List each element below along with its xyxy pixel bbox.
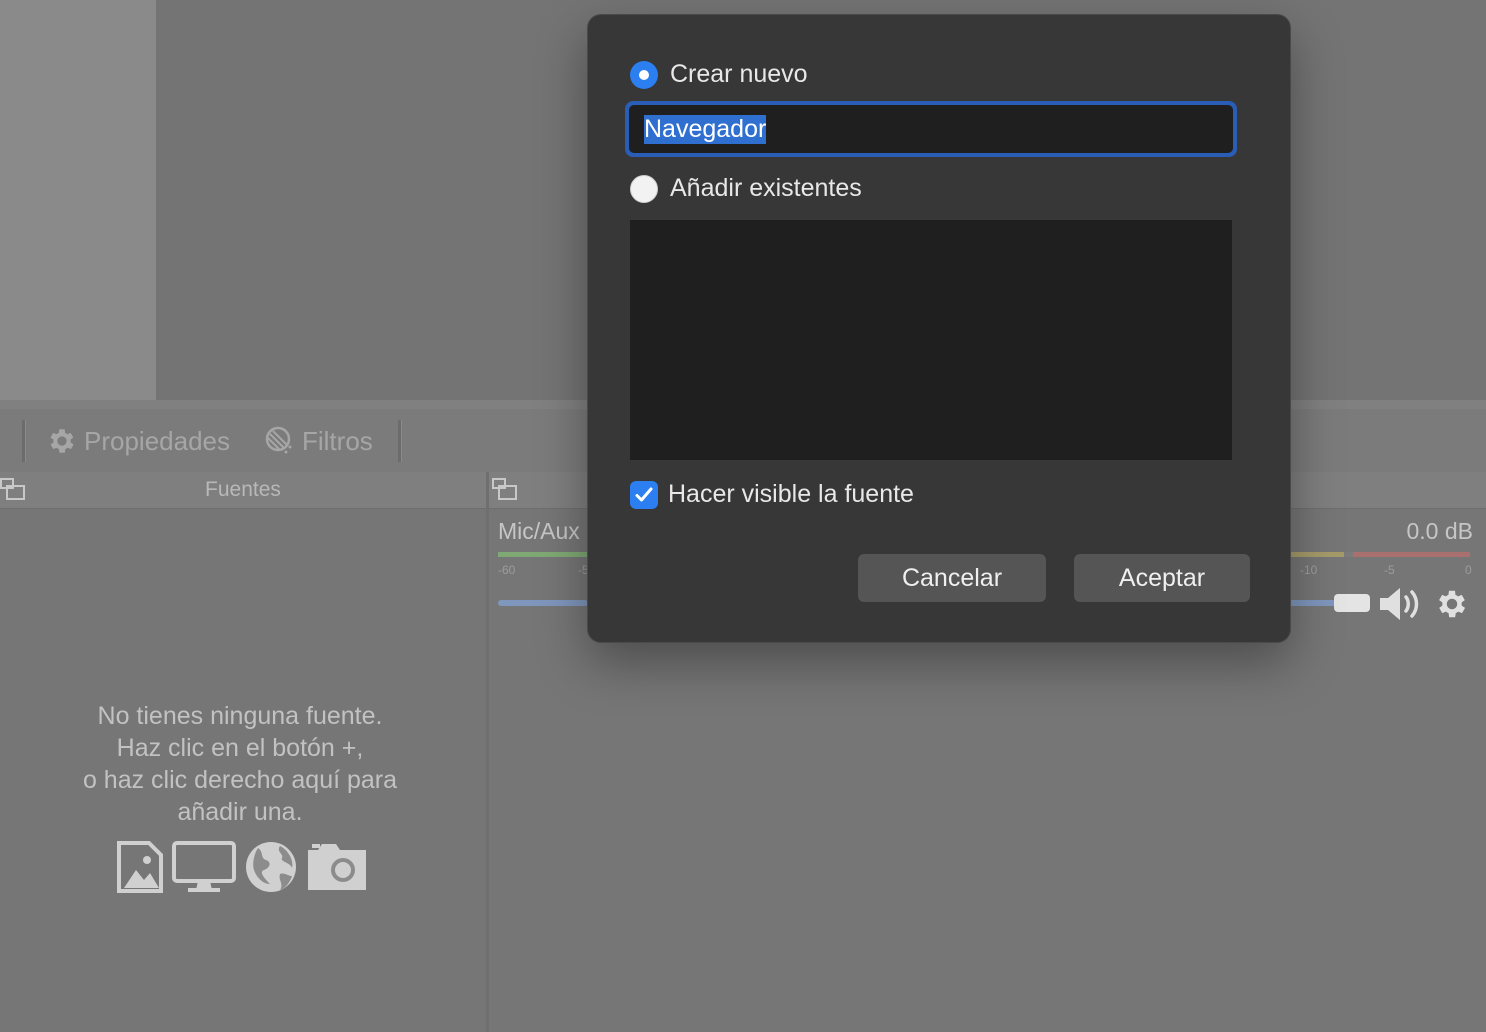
undock-icon[interactable] <box>492 476 518 502</box>
add-existing-label: Añadir existentes <box>670 174 862 202</box>
source-name-input[interactable] <box>629 105 1233 153</box>
create-new-radio[interactable] <box>630 60 658 89</box>
empty-line: Haz clic en el botón +, <box>116 734 364 762</box>
add-existing-radio[interactable] <box>630 174 658 203</box>
scenes-area <box>0 0 156 400</box>
meter-tick: 0 <box>1465 563 1472 577</box>
gear-icon[interactable] <box>1434 586 1470 627</box>
filters-label: Filtros <box>302 425 373 456</box>
create-new-label: Crear nuevo <box>670 60 808 88</box>
meter-tick: -60 <box>498 563 516 577</box>
properties-label: Propiedades <box>84 425 230 456</box>
accept-button[interactable]: Aceptar <box>1074 554 1250 602</box>
checkmark-icon <box>635 487 653 501</box>
filters-button[interactable]: Filtros <box>264 424 373 458</box>
empty-line: añadir una. <box>177 798 303 826</box>
toolbar-separator <box>398 420 402 462</box>
camera-icon <box>306 842 368 897</box>
properties-button[interactable]: Propiedades <box>46 424 230 458</box>
gear-icon <box>46 425 78 457</box>
empty-line: o haz clic derecho aquí para <box>82 766 398 794</box>
visible-source-checkbox[interactable] <box>630 480 658 509</box>
audio-meter <box>1290 552 1470 557</box>
meter-tick: -10 <box>1300 563 1318 577</box>
toolbar-separator <box>22 420 26 462</box>
meter-tick: -5 <box>1384 563 1395 577</box>
audio-meter <box>498 552 588 557</box>
existing-sources-list[interactable] <box>630 220 1232 460</box>
empty-line: No tienes ninguna fuente. <box>97 702 383 730</box>
source-name-field <box>625 101 1237 157</box>
sources-empty-message[interactable]: No tienes ninguna fuente. Haz clic en el… <box>40 700 440 828</box>
volume-slider-track[interactable] <box>498 600 588 606</box>
source-type-icons <box>116 840 368 898</box>
mixer-channel-label: Mic/Aux <box>498 518 580 544</box>
create-new-option[interactable]: Crear nuevo <box>630 60 808 89</box>
image-icon <box>116 840 164 899</box>
monitor-icon <box>172 840 236 899</box>
speaker-icon[interactable] <box>1378 586 1424 627</box>
cancel-button[interactable]: Cancelar <box>858 554 1046 602</box>
sources-dock-title: Fuentes <box>205 478 281 501</box>
filter-icon <box>264 425 296 457</box>
visible-source-label: Hacer visible la fuente <box>668 480 914 508</box>
dock-divider[interactable] <box>486 472 489 1032</box>
add-existing-option[interactable]: Añadir existentes <box>630 174 862 203</box>
mixer-level-label: 0.0 dB <box>1406 518 1474 544</box>
volume-slider-track[interactable] <box>1290 600 1334 606</box>
globe-icon <box>244 840 298 899</box>
volume-slider-handle[interactable] <box>1334 594 1370 612</box>
visible-source-option[interactable]: Hacer visible la fuente <box>630 480 914 509</box>
